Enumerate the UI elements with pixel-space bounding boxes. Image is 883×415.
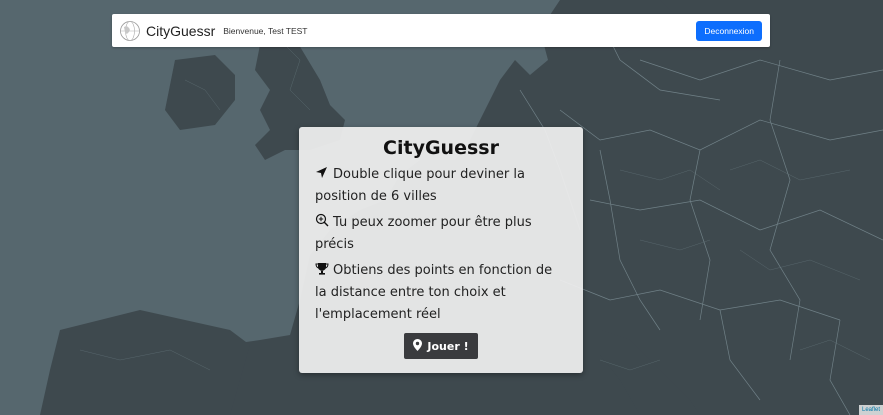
trophy-icon (315, 261, 329, 275)
brand-name[interactable]: CityGuessr (146, 23, 215, 39)
rule-item: Double clique pour deviner la position d… (315, 164, 567, 208)
map-marker-icon (413, 338, 423, 354)
play-button[interactable]: Jouer ! (404, 333, 478, 359)
logout-button[interactable]: Deconnexion (696, 20, 762, 41)
navbar: CityGuessr Bienvenue, Test TEST Deconnex… (112, 14, 770, 47)
rule-text: Double clique pour deviner la position d… (315, 167, 525, 204)
welcome-text: Bienvenue, Test TEST (223, 26, 308, 36)
zoom-in-icon (315, 213, 329, 227)
play-label: Jouer ! (427, 339, 469, 353)
map-attribution-link[interactable]: Leaflet (858, 405, 883, 415)
globe-logo-icon[interactable] (118, 19, 142, 43)
location-arrow-icon (315, 165, 329, 178)
panel-title: CityGuessr (383, 137, 499, 159)
rule-text: Obtiens des points en fonction de la dis… (315, 263, 553, 322)
rule-item: Tu peux zoomer pour être plus précis (315, 212, 567, 256)
rule-text: Tu peux zoomer pour être plus précis (315, 215, 532, 252)
instructions-panel: CityGuessr Double clique pour deviner la… (299, 127, 583, 373)
rule-item: Obtiens des points en fonction de la dis… (315, 260, 567, 326)
